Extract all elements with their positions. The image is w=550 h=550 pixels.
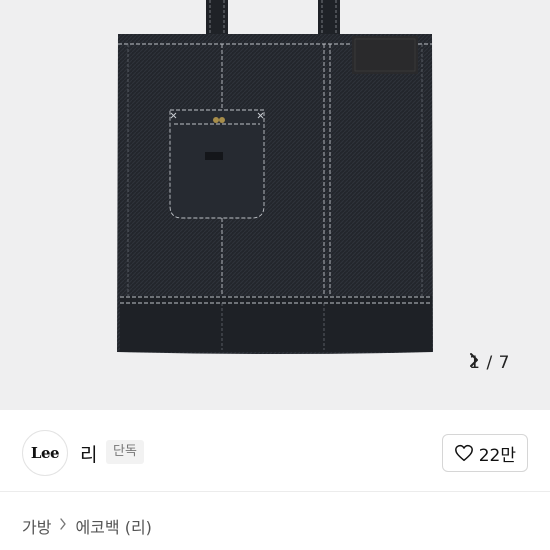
product-image: [117, 0, 433, 354]
chevron-right-icon: [470, 353, 479, 367]
brand-name[interactable]: 리: [80, 440, 97, 467]
next-image-button[interactable]: [470, 352, 534, 374]
image-counter: 1 / 7: [469, 352, 534, 374]
breadcrumb-item-bags[interactable]: 가방: [22, 514, 51, 538]
exclusive-badge: 단독: [106, 440, 144, 464]
chevron-right-icon: [59, 518, 67, 534]
like-count: 22만: [478, 445, 516, 466]
brand-logo-text: Lee: [30, 444, 60, 462]
like-button[interactable]: 22만: [441, 434, 528, 472]
product-image-gallery[interactable]: 1 / 7: [0, 0, 550, 410]
heart-icon: [454, 444, 473, 462]
image-counter-separator: /: [486, 353, 493, 373]
brand-row: Lee 리 단독 22만: [0, 410, 550, 492]
image-counter-total: 7: [498, 353, 510, 373]
brand-logo[interactable]: Lee: [22, 430, 68, 476]
breadcrumb: 가방 에코백 (리): [22, 514, 152, 538]
breadcrumb-item-ecobag[interactable]: 에코백 (리): [75, 514, 151, 538]
